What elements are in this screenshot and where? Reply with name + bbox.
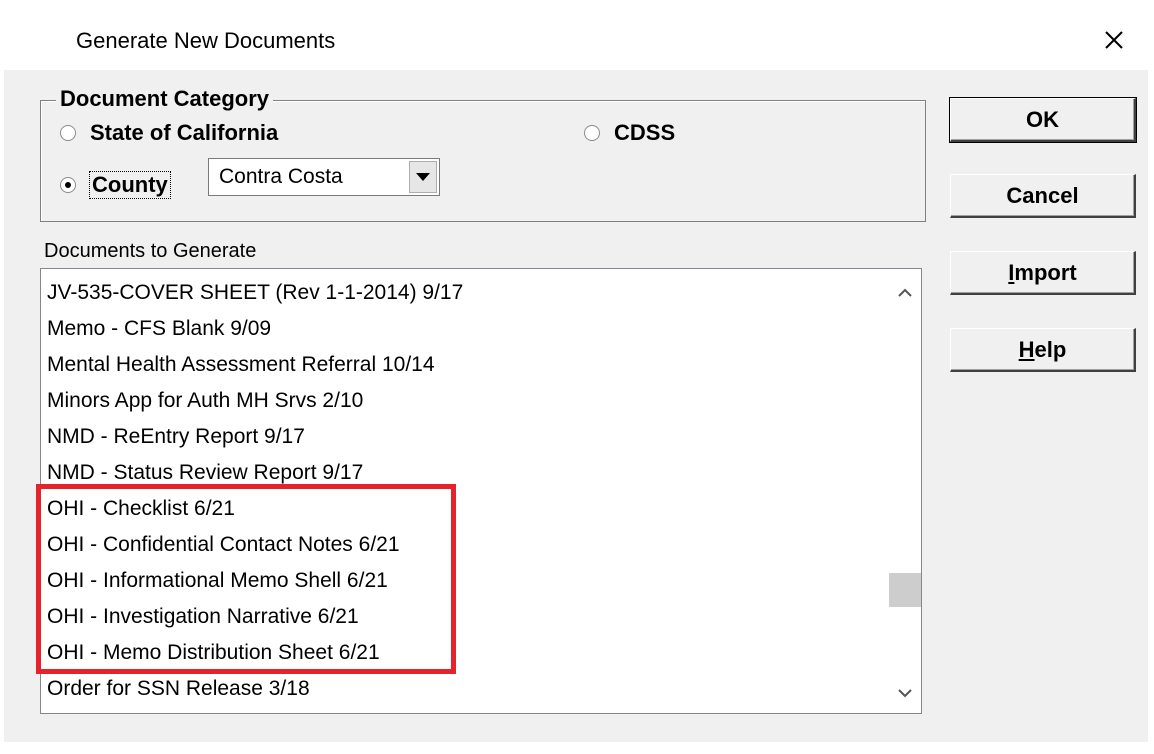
list-item[interactable]: OHI - Investigation Narrative 6/21	[47, 605, 359, 629]
generate-documents-dialog: Generate New Documents Document Category…	[0, 0, 1154, 754]
help-mnemonic: H	[1018, 336, 1035, 362]
documents-listbox[interactable]: JV-535-COVER SHEET (Rev 1-1-2014) 9/17 M…	[40, 268, 922, 714]
radio-state-of-california[interactable]: State of California	[60, 120, 278, 146]
scrollbar-thumb[interactable]	[889, 573, 921, 607]
radio-cdss[interactable]: CDSS	[584, 120, 675, 146]
radio-checked-icon	[60, 177, 76, 193]
scroll-down-icon[interactable]	[895, 683, 915, 703]
scroll-up-icon[interactable]	[895, 283, 915, 303]
vertical-scrollbar[interactable]	[889, 269, 921, 713]
documents-to-generate-label: Documents to Generate	[44, 240, 257, 262]
chevron-down-icon	[416, 173, 430, 181]
list-item[interactable]: JV-535-COVER SHEET (Rev 1-1-2014) 9/17	[47, 281, 463, 305]
radio-label-county: County	[89, 171, 171, 199]
help-button-label: Help	[1019, 337, 1067, 363]
close-icon[interactable]	[1100, 26, 1128, 54]
county-dropdown-value: Contra Costa	[219, 165, 343, 188]
list-item[interactable]: OHI - Informational Memo Shell 6/21	[47, 569, 388, 593]
list-item[interactable]: Mental Health Assessment Referral 10/14	[47, 353, 435, 377]
title-bar: Generate New Documents	[0, 0, 1154, 70]
list-item[interactable]: OHI - Memo Distribution Sheet 6/21	[47, 641, 380, 665]
help-button[interactable]: Help	[950, 328, 1136, 372]
list-item[interactable]: Order for SSN Release 3/18	[47, 677, 310, 701]
import-button-label: Import	[1008, 260, 1076, 286]
list-item[interactable]: NMD - Status Review Report 9/17	[47, 461, 363, 485]
radio-circle-icon	[584, 125, 600, 141]
radio-county[interactable]: County	[60, 171, 171, 199]
list-item[interactable]: OHI - Checklist 6/21	[47, 497, 235, 521]
list-item[interactable]: Minors App for Auth MH Srvs 2/10	[47, 389, 363, 413]
list-item[interactable]: Memo - CFS Blank 9/09	[47, 317, 271, 341]
cancel-button-label: Cancel	[1006, 182, 1079, 208]
ok-button[interactable]: OK	[949, 97, 1137, 143]
document-category-legend: Document Category	[56, 86, 274, 112]
dropdown-arrow-button[interactable]	[409, 161, 437, 193]
radio-label-cdss: CDSS	[614, 120, 676, 145]
dialog-title: Generate New Documents	[76, 28, 336, 53]
document-category-group	[40, 100, 926, 222]
import-label-rest: mport	[1014, 259, 1077, 285]
cancel-button[interactable]: Cancel	[950, 174, 1136, 218]
radio-circle-icon	[60, 125, 76, 141]
help-label-rest: elp	[1034, 336, 1067, 362]
list-item[interactable]: NMD - ReEntry Report 9/17	[47, 425, 305, 449]
ok-button-label: OK	[1026, 106, 1059, 132]
radio-label-state: State of California	[90, 120, 279, 145]
county-dropdown[interactable]: Contra Costa	[208, 158, 440, 196]
import-button[interactable]: Import	[950, 251, 1136, 295]
list-item[interactable]: OHI - Confidential Contact Notes 6/21	[47, 533, 400, 557]
